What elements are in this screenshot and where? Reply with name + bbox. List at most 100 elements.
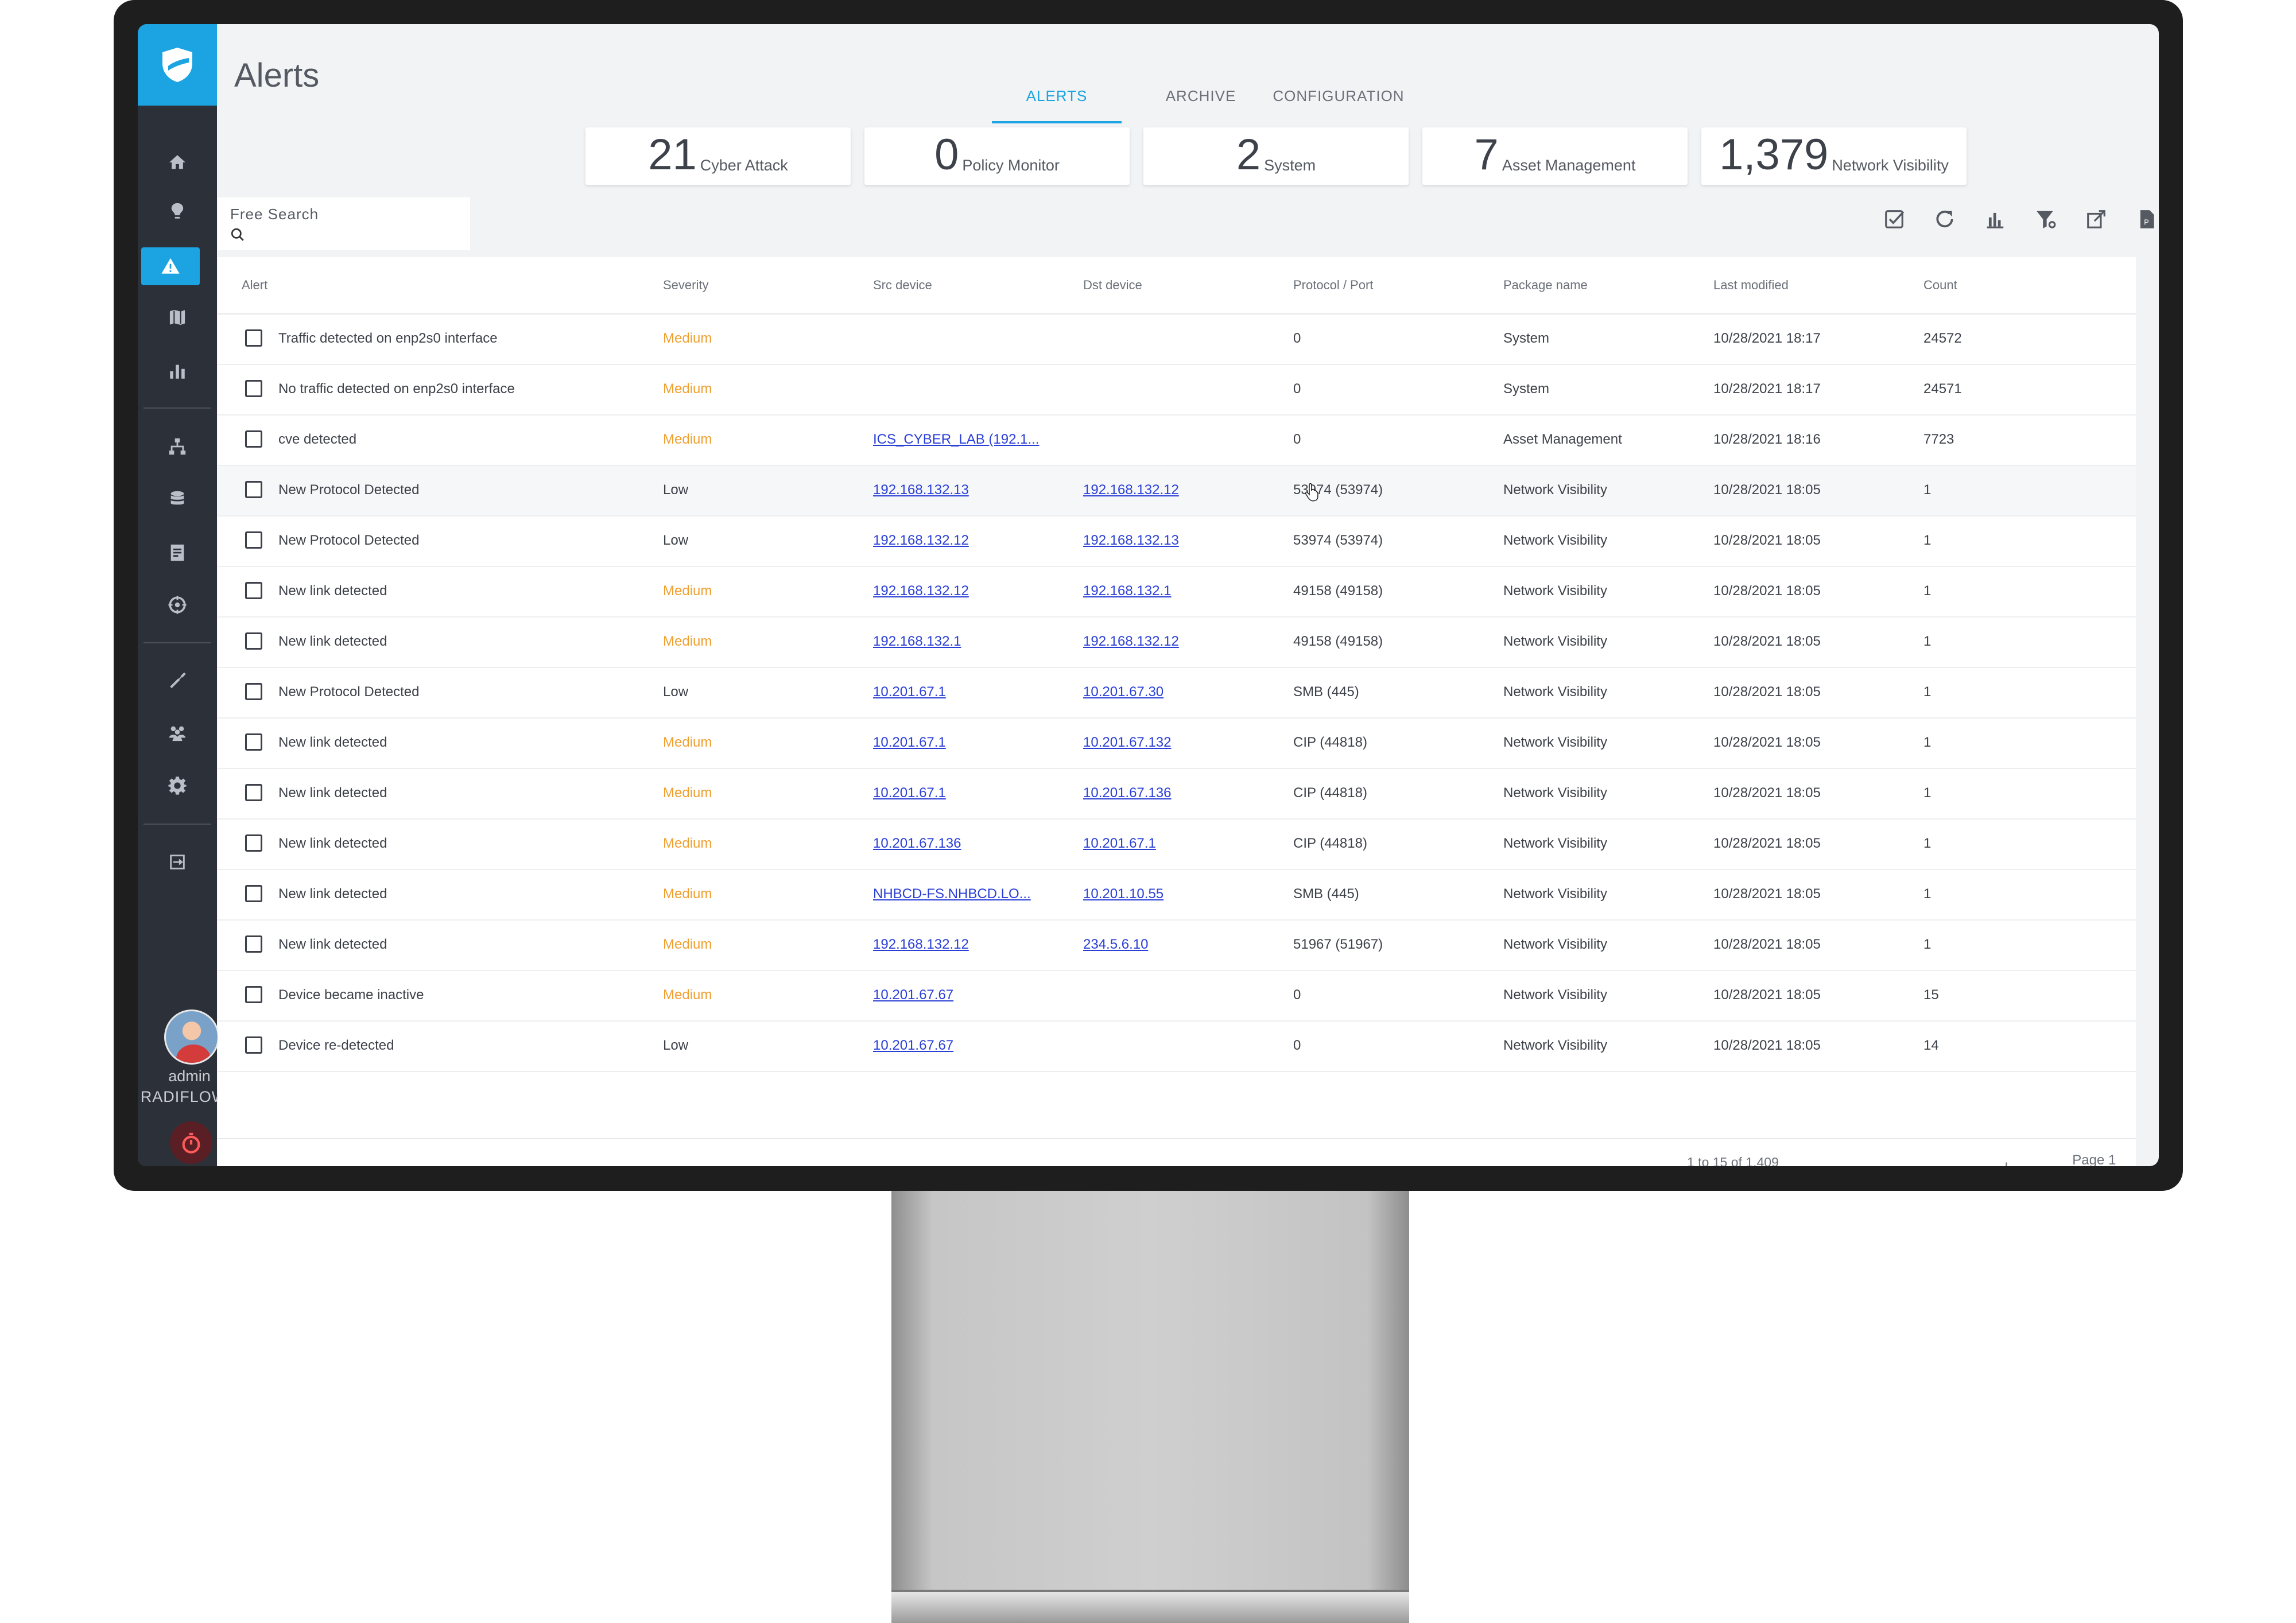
row-checkbox[interactable] — [245, 935, 262, 953]
table-row[interactable]: New link detected Medium 192.168.132.1 192.… — [218, 618, 2136, 668]
row-checkbox[interactable] — [245, 986, 262, 1003]
dst-device-link[interactable]: 10.201.67.30 — [1083, 684, 1163, 700]
column-header-count[interactable]: Count — [1923, 278, 1957, 293]
src-device-link[interactable]: 10.201.67.1 — [873, 684, 946, 700]
nav-insights[interactable] — [138, 192, 217, 230]
nav-map[interactable] — [138, 298, 217, 336]
select-all-button[interactable] — [1882, 207, 1907, 232]
pdf-button[interactable]: P — [2134, 207, 2159, 232]
src-device-link[interactable]: 192.168.132.12 — [873, 583, 969, 599]
row-checkbox[interactable] — [245, 430, 262, 448]
nav-topology[interactable] — [138, 428, 217, 465]
tab-archive[interactable]: ARCHIVE — [1157, 87, 1244, 123]
tab-configuration[interactable]: CONFIGURATION — [1270, 87, 1407, 123]
nav-settings[interactable] — [138, 767, 217, 805]
dst-device-link[interactable]: 10.201.10.55 — [1083, 886, 1163, 902]
column-header-package-name[interactable]: Package name — [1503, 278, 1588, 293]
row-checkbox[interactable] — [245, 481, 262, 498]
nav-users[interactable] — [138, 714, 217, 752]
src-device-link[interactable]: 10.201.67.67 — [873, 1038, 953, 1054]
nav-reports[interactable] — [138, 534, 217, 572]
src-device-link[interactable]: 10.201.67.67 — [873, 987, 953, 1003]
row-checkbox[interactable] — [245, 733, 262, 751]
dst-device-link[interactable]: 192.168.132.12 — [1083, 482, 1179, 498]
row-checkbox[interactable] — [245, 784, 262, 801]
table-row[interactable]: cve detected Medium ICS_CYBER_LAB (192.1..… — [218, 416, 2136, 466]
dst-device-link[interactable]: 192.168.132.13 — [1083, 533, 1179, 549]
summary-card-network-visibility[interactable]: 1,379 Network Visibility — [1701, 127, 1967, 185]
table-row[interactable]: New Protocol Detected Low 10.201.67.1 10.20… — [218, 668, 2136, 719]
src-device-link[interactable]: 192.168.132.12 — [873, 937, 969, 953]
table-row[interactable]: New link detected Medium NHBCD-FS.NHBCD.LO… — [218, 870, 2136, 921]
column-header-last-modified[interactable]: Last modified — [1713, 278, 1789, 293]
summary-card-cyber-attack[interactable]: 21 Cyber Attack — [585, 127, 851, 185]
chart-button[interactable] — [1983, 207, 2008, 232]
row-checkbox[interactable] — [245, 531, 262, 549]
table-row[interactable]: New Protocol Detected Low 192.168.132.13 19… — [218, 466, 2136, 517]
nav-home[interactable] — [138, 143, 217, 181]
summary-card-policy-monitor[interactable]: 0 Policy Monitor — [864, 127, 1130, 185]
table-row[interactable]: No traffic detected on enp2s0 interface M… — [218, 365, 2136, 416]
column-header-severity[interactable]: Severity — [663, 278, 708, 293]
dst-device-link[interactable]: 10.201.67.132 — [1083, 735, 1171, 751]
row-checkbox[interactable] — [245, 885, 262, 902]
row-checkbox[interactable] — [245, 582, 262, 599]
tab-alerts[interactable]: ALERTS — [992, 87, 1122, 123]
package-cell: Network Visibility — [1503, 937, 1607, 952]
table-row[interactable]: Device re-detected Low 10.201.67.67 0 Networ… — [218, 1022, 2136, 1072]
dst-device-link[interactable]: 192.168.132.1 — [1083, 583, 1171, 599]
dst-device-link[interactable]: 192.168.132.12 — [1083, 634, 1179, 650]
table-row[interactable]: New link detected Medium 10.201.67.1 10.201… — [218, 769, 2136, 820]
prev-page-icon[interactable]: ‹ — [2038, 1160, 2050, 1166]
export-button[interactable] — [2084, 207, 2109, 232]
dst-device-link[interactable]: 10.201.67.136 — [1083, 785, 1171, 801]
search-input[interactable] — [250, 227, 456, 243]
table-row[interactable]: New link detected Medium 192.168.132.12 192… — [218, 567, 2136, 618]
row-checkbox[interactable] — [245, 1036, 262, 1054]
src-device-link[interactable]: ICS_CYBER_LAB (192.1... — [873, 432, 1039, 448]
column-header-src-device[interactable]: Src device — [873, 278, 932, 293]
next-page-icon[interactable]: › — [2149, 1160, 2159, 1166]
row-checkbox[interactable] — [245, 329, 262, 347]
nav-alerts[interactable] — [141, 247, 200, 285]
summary-cards: 21 Cyber Attack 0 Policy Monitor 2 Syste… — [585, 127, 1967, 185]
nav-risk[interactable] — [138, 586, 217, 624]
summary-card-asset-management[interactable]: 7 Asset Management — [1422, 127, 1688, 185]
row-checkbox[interactable] — [245, 834, 262, 852]
nav-tools[interactable] — [138, 661, 217, 699]
src-device-link[interactable]: NHBCD-FS.NHBCD.LO... — [873, 886, 1031, 902]
package-cell: Network Visibility — [1503, 482, 1607, 498]
src-device-link[interactable]: 192.168.132.12 — [873, 533, 969, 549]
radiflow-logo[interactable] — [138, 24, 217, 106]
session-timer-button[interactable] — [170, 1121, 212, 1164]
nav-analytics[interactable] — [138, 352, 217, 390]
row-checkbox[interactable] — [245, 380, 262, 397]
nav-assets[interactable] — [138, 480, 217, 518]
src-device-link[interactable]: 10.201.67.136 — [873, 836, 961, 852]
column-header-dst-device[interactable]: Dst device — [1083, 278, 1142, 293]
dst-device-link[interactable]: 10.201.67.1 — [1083, 836, 1156, 852]
src-device-link[interactable]: 10.201.67.1 — [873, 735, 946, 751]
dst-device-link[interactable]: 234.5.6.10 — [1083, 937, 1148, 953]
table-row[interactable]: New link detected Medium 10.201.67.1 10.201… — [218, 719, 2136, 769]
monitor-frame: admin RADIFLOW Alerts ALERTS ARCHIVE CON… — [114, 0, 2183, 1191]
table-row[interactable]: Traffic detected on enp2s0 interface Medi… — [218, 314, 2136, 365]
refresh-button[interactable] — [1932, 207, 1957, 232]
table-row[interactable]: New link detected Medium 10.201.67.136 10.2… — [218, 820, 2136, 870]
table-row[interactable]: Device became inactive Medium 10.201.67.67… — [218, 971, 2136, 1022]
src-device-link[interactable]: 192.168.132.1 — [873, 634, 961, 650]
pagination: |‹ ‹ Page 1 of 94 › ›| — [2003, 1152, 2159, 1166]
src-device-link[interactable]: 10.201.67.1 — [873, 785, 946, 801]
row-checkbox[interactable] — [245, 683, 262, 700]
table-row[interactable]: New Protocol Detected Low 192.168.132.12 19… — [218, 517, 2136, 567]
filter-button[interactable] — [2033, 207, 2058, 232]
avatar[interactable] — [164, 1009, 219, 1065]
src-device-link[interactable]: 192.168.132.13 — [873, 482, 969, 498]
row-checkbox[interactable] — [245, 632, 262, 650]
column-header-alert[interactable]: Alert — [242, 278, 267, 293]
table-row[interactable]: New link detected Medium 192.168.132.12 234… — [218, 921, 2136, 971]
first-page-icon[interactable]: |‹ — [2003, 1160, 2015, 1166]
summary-card-system[interactable]: 2 System — [1143, 127, 1409, 185]
column-header-protocol-port[interactable]: Protocol / Port — [1293, 278, 1373, 293]
nav-logout[interactable] — [138, 843, 217, 881]
